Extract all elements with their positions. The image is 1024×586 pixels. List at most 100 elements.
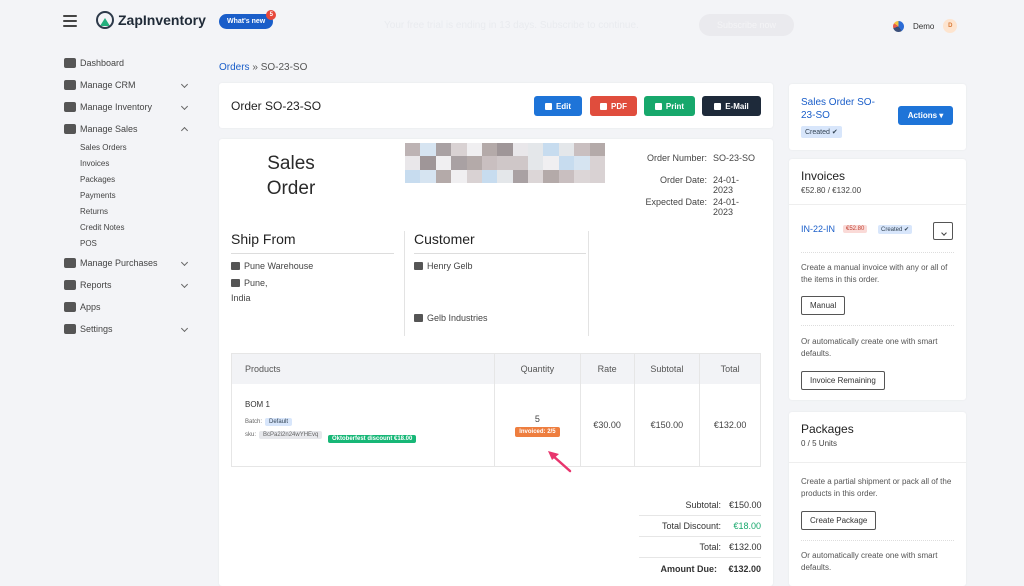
pixel-block xyxy=(589,169,605,183)
divider xyxy=(801,540,954,541)
email-button[interactable]: E-Mail xyxy=(702,96,761,116)
meta-row: Order Date: 24-01-2023 xyxy=(645,175,759,197)
envelope-icon xyxy=(714,102,722,110)
edit-button[interactable]: Edit xyxy=(534,96,582,116)
building-icon xyxy=(231,279,240,287)
meta-value: 24-01-2023 xyxy=(713,197,740,217)
pixel-block xyxy=(466,143,482,157)
user-menu[interactable]: Demo D xyxy=(893,19,958,33)
column-header-rate: Rate xyxy=(581,354,635,384)
pixel-block xyxy=(528,156,544,170)
invoices-progress: €52.80 / €132.00 xyxy=(801,186,862,195)
whats-new-button[interactable]: What's new 5 xyxy=(219,10,277,29)
create-package-button[interactable]: Create Package xyxy=(801,511,877,530)
reports-icon xyxy=(64,280,76,290)
pixel-block xyxy=(466,156,482,170)
company-logo-blurred xyxy=(405,143,605,183)
pixel-block xyxy=(435,156,452,170)
trial-banner-text: Your free trial is ending in 13 days. Su… xyxy=(384,20,639,31)
sidebar-subitem-pos[interactable]: POS xyxy=(60,236,195,252)
sidebar-item-reports[interactable]: Reports xyxy=(60,274,195,296)
totals-row-discount: Total Discount: €18.00 xyxy=(639,516,761,537)
pixel-block xyxy=(589,143,605,157)
subscribe-button[interactable]: Subscribe now xyxy=(699,14,794,36)
table-header: Products Quantity Rate Subtotal Total xyxy=(232,354,760,384)
totals-value: €132.00 xyxy=(729,542,762,552)
sidebar-subitem-sales-orders[interactable]: Sales Orders xyxy=(60,140,195,156)
sidebar-item-settings[interactable]: Settings xyxy=(60,318,195,340)
sidebar-subitem-returns[interactable]: Returns xyxy=(60,204,195,220)
batch-label: Batch: xyxy=(245,419,263,425)
pixel-block xyxy=(420,156,436,170)
pixel-block xyxy=(574,169,590,183)
meta-row: Expected Date: 24-01-2023 xyxy=(645,197,759,219)
divider xyxy=(414,253,586,254)
brand-logo[interactable]: ZapInventory xyxy=(96,11,206,29)
sidebar-item-manage-crm[interactable]: Manage CRM xyxy=(60,74,195,96)
page-title: Order SO-23-SO xyxy=(231,99,322,113)
manual-invoice-button[interactable]: Manual xyxy=(801,296,846,315)
sidebar-item-dashboard[interactable]: Dashboard xyxy=(60,52,195,74)
whats-new-label: What's new xyxy=(227,18,266,25)
sidebar-item-manage-purchases[interactable]: Manage Purchases xyxy=(60,252,195,274)
customer-heading: Customer xyxy=(414,231,475,247)
divider xyxy=(588,231,589,336)
sidebar-item-manage-inventory[interactable]: Manage Inventory xyxy=(60,96,195,118)
actions-dropdown-button[interactable]: Actions ▾ xyxy=(898,106,953,125)
document-title-line: Order xyxy=(266,178,316,199)
country-name: India xyxy=(231,293,251,303)
pixel-block xyxy=(558,156,575,170)
invoice-link[interactable]: IN-22-IN xyxy=(801,224,835,234)
meta-key: Order Number: xyxy=(646,153,707,163)
column-header-total: Total xyxy=(720,364,740,374)
sidebar-item-manage-sales[interactable]: Manage Sales xyxy=(60,118,195,140)
document-title: Sales Order xyxy=(263,151,319,201)
table-row: BOM 1 Batch: Default sku: BcPa2i2n24wYHEvq… xyxy=(232,384,760,466)
pixel-block xyxy=(481,143,498,157)
pixel-block xyxy=(512,156,529,170)
palette-icon[interactable] xyxy=(893,20,904,32)
pixel-block xyxy=(420,143,436,157)
divider xyxy=(801,252,954,253)
pdf-button[interactable]: PDF xyxy=(590,96,637,116)
product-cell: BOM 1 Batch: Default sku: BcPa2i2n24wYHEvq… xyxy=(232,384,496,466)
invoice-expand-button[interactable] xyxy=(933,222,953,240)
pixel-block xyxy=(420,169,436,183)
avatar[interactable]: D xyxy=(943,19,958,33)
user-icon xyxy=(414,262,423,270)
pixel-block xyxy=(528,169,544,183)
sidebar-item-label: Settings xyxy=(80,324,113,334)
sidebar-subitem-payments[interactable]: Payments xyxy=(60,188,195,204)
menu-icon[interactable] xyxy=(63,15,77,27)
totals-value: €150.00 xyxy=(729,500,762,510)
sidebar-item-label: Manage Sales xyxy=(80,124,138,134)
totals-key: Total: xyxy=(699,542,721,552)
partial-package-description: Create a partial shipment or pack all of… xyxy=(801,477,952,498)
chevron-up-icon xyxy=(180,126,189,135)
sidebar-subitem-credit-notes[interactable]: Credit Notes xyxy=(60,220,195,236)
invoice-remaining-button[interactable]: Invoice Remaining xyxy=(801,371,885,390)
edit-label: Edit xyxy=(555,101,572,111)
chevron-down-icon xyxy=(180,280,189,289)
divider xyxy=(789,204,966,205)
pixel-block xyxy=(558,143,575,157)
meta-value: SO-23-SO xyxy=(713,153,756,163)
sidebar-item-apps[interactable]: Apps xyxy=(60,296,195,318)
rate-cell: €30.00 xyxy=(581,384,635,466)
batch-badge: Default xyxy=(265,418,293,426)
chevron-down-icon xyxy=(180,80,189,89)
pixel-block xyxy=(497,156,513,170)
totals-key: Amount Due: xyxy=(660,563,718,574)
breadcrumb: Orders » SO-23-SO xyxy=(219,62,307,73)
auto-invoice-description: Or automatically create one with smart d… xyxy=(801,337,938,358)
print-button[interactable]: Print xyxy=(644,96,695,116)
manual-invoice-description: Create a manual invoice with any or all … xyxy=(801,263,948,284)
breadcrumb-orders-link[interactable]: Orders xyxy=(219,62,250,73)
invoice-status-badge: Created ✔ xyxy=(878,225,913,234)
sku-label: sku: xyxy=(245,432,257,438)
sidebar-subitem-packages[interactable]: Packages xyxy=(60,172,195,188)
customer-name[interactable]: Henry Gelb xyxy=(427,261,473,271)
breadcrumb-current: SO-23-SO xyxy=(260,62,308,73)
sidebar-subitem-invoices[interactable]: Invoices xyxy=(60,156,195,172)
warehouse-line: Pune Warehouse xyxy=(231,261,313,271)
